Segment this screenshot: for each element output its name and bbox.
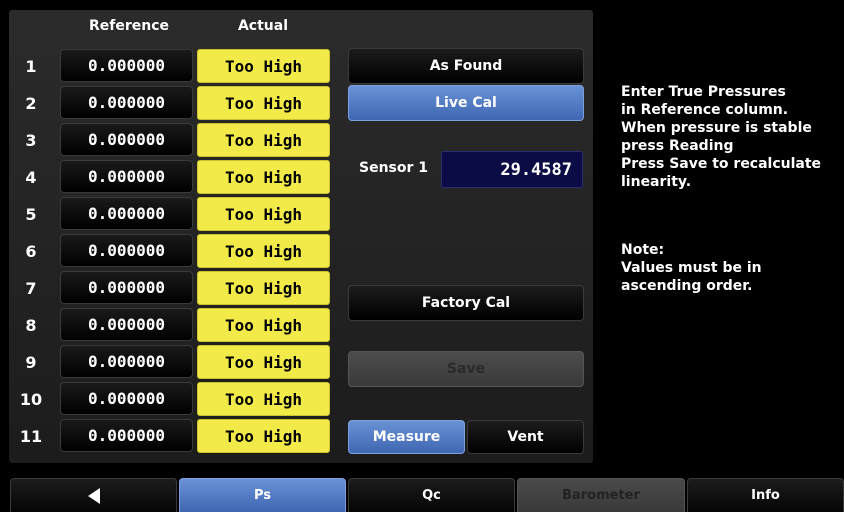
actual-column-header: Actual bbox=[237, 18, 289, 34]
reference-input[interactable]: 0.000000 bbox=[60, 271, 193, 304]
instruction-line: When pressure is stable bbox=[621, 120, 812, 136]
back-arrow-icon bbox=[87, 487, 100, 504]
row-number: 11 bbox=[19, 427, 43, 446]
row-number: 10 bbox=[19, 390, 43, 409]
note-line: ascending order. bbox=[621, 278, 753, 294]
sensor-reading: 29.4587 bbox=[441, 151, 583, 188]
reference-input[interactable]: 0.000000 bbox=[60, 86, 193, 119]
tab-ps[interactable]: Ps bbox=[179, 478, 346, 512]
row-number: 9 bbox=[25, 353, 37, 372]
reference-input[interactable]: 0.000000 bbox=[60, 382, 193, 415]
factory-cal-button[interactable]: Factory Cal bbox=[348, 285, 584, 321]
reference-input[interactable]: 0.000000 bbox=[60, 345, 193, 378]
reference-input[interactable]: 0.000000 bbox=[60, 419, 193, 452]
tab-qc[interactable]: Qc bbox=[348, 478, 515, 512]
actual-value: Too High bbox=[197, 49, 330, 83]
actual-value: Too High bbox=[197, 160, 330, 194]
actual-value: Too High bbox=[197, 382, 330, 416]
instruction-line: linearity. bbox=[621, 174, 692, 190]
actual-value: Too High bbox=[197, 86, 330, 120]
reference-input[interactable]: 0.000000 bbox=[60, 234, 193, 267]
live-cal-button[interactable]: Live Cal bbox=[348, 85, 584, 121]
row-number: 2 bbox=[25, 94, 37, 113]
instruction-line: Press Save to recalculate bbox=[621, 156, 822, 172]
row-number: 7 bbox=[25, 279, 37, 298]
actual-value: Too High bbox=[197, 123, 330, 157]
tab-barometer[interactable]: Barometer bbox=[517, 478, 685, 512]
instruction-line: in Reference column. bbox=[621, 102, 789, 118]
instruction-line: Enter True Pressures bbox=[621, 84, 786, 100]
back-tab[interactable] bbox=[10, 478, 177, 512]
actual-value: Too High bbox=[197, 271, 330, 305]
actual-value: Too High bbox=[197, 308, 330, 342]
row-number: 1 bbox=[25, 57, 37, 76]
reference-input[interactable]: 0.000000 bbox=[60, 197, 193, 230]
row-number: 6 bbox=[25, 242, 37, 261]
vent-button[interactable]: Vent bbox=[467, 420, 584, 454]
actual-value: Too High bbox=[197, 197, 330, 231]
row-number: 3 bbox=[25, 131, 37, 150]
instructions: Enter True Pressures in Reference column… bbox=[621, 83, 821, 191]
instruction-line: press Reading bbox=[621, 138, 734, 154]
note: Note: Values must be in ascending order. bbox=[621, 241, 762, 295]
actual-value: Too High bbox=[197, 345, 330, 379]
reference-input[interactable]: 0.000000 bbox=[60, 49, 193, 82]
as-found-button[interactable]: As Found bbox=[348, 48, 584, 84]
reference-column-header: Reference bbox=[88, 18, 170, 34]
reference-input[interactable]: 0.000000 bbox=[60, 308, 193, 341]
row-number: 4 bbox=[25, 168, 37, 187]
note-line: Values must be in bbox=[621, 260, 762, 276]
actual-value: Too High bbox=[197, 419, 330, 453]
save-button[interactable]: Save bbox=[348, 351, 584, 387]
row-number: 5 bbox=[25, 205, 37, 224]
note-title: Note: bbox=[621, 242, 665, 258]
tab-info[interactable]: Info bbox=[687, 478, 844, 512]
row-number: 8 bbox=[25, 316, 37, 335]
reference-input[interactable]: 0.000000 bbox=[60, 123, 193, 156]
actual-value: Too High bbox=[197, 234, 330, 268]
measure-button[interactable]: Measure bbox=[348, 420, 465, 454]
sensor-label: Sensor 1 bbox=[359, 160, 429, 176]
reference-input[interactable]: 0.000000 bbox=[60, 160, 193, 193]
